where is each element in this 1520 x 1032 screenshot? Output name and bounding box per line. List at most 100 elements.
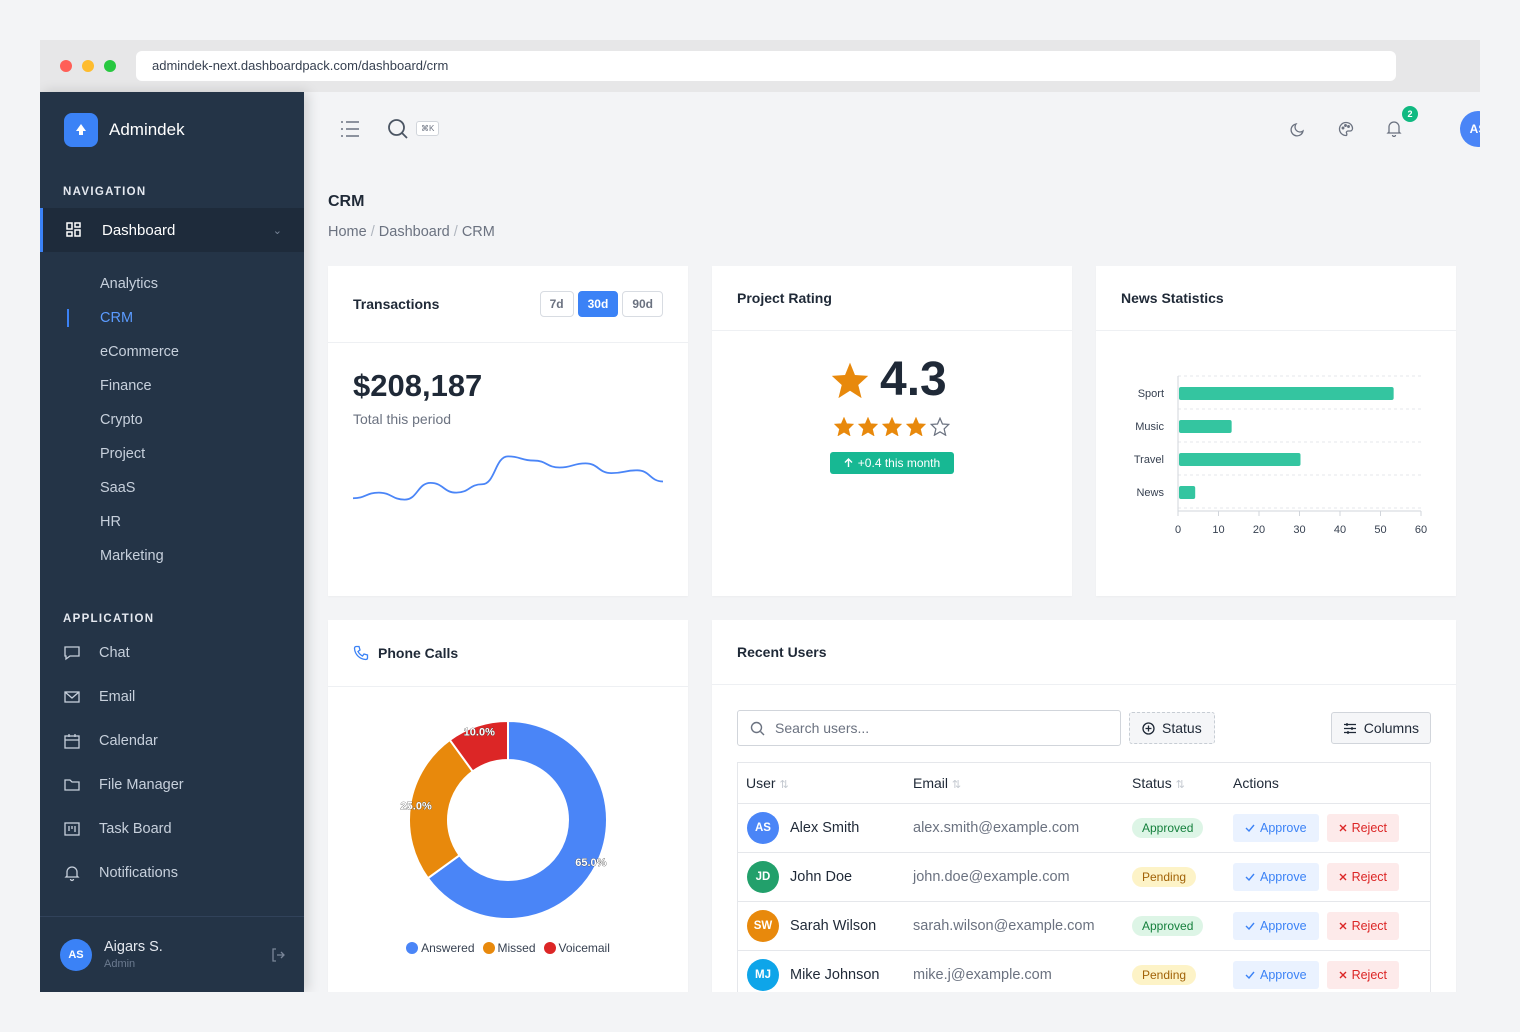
card-title: Transactions xyxy=(353,296,440,312)
status-filter-button[interactable]: Status xyxy=(1129,712,1215,744)
transactions-sparkline xyxy=(353,455,663,501)
slice-label: 25.0% xyxy=(401,800,432,812)
sidebar-subitem-ecommerce[interactable]: eCommerce xyxy=(40,335,304,369)
app-menu: Chat Email Calendar File Manager Task Board N… xyxy=(40,631,304,895)
transactions-amount: $208,187 xyxy=(353,368,483,403)
transactions-caption: Total this period xyxy=(353,411,452,427)
tick-label: 20 xyxy=(1253,524,1265,536)
logout-icon[interactable] xyxy=(270,947,286,968)
sidebar-subitem-crm[interactable]: CRM xyxy=(40,301,304,335)
reject-button[interactable]: Reject xyxy=(1326,912,1399,940)
user-email: mike.j@example.com xyxy=(913,967,1052,983)
breadcrumb-dashboard[interactable]: Dashboard xyxy=(379,224,450,240)
sidebar-item-label: File Manager xyxy=(99,777,184,793)
column-header-email[interactable]: Email ⇅ xyxy=(913,775,961,791)
range-option-7d[interactable]: 7d xyxy=(539,291,574,317)
legend-label: Answered xyxy=(421,941,475,955)
sidebar-item-email[interactable]: Email xyxy=(40,675,304,719)
arrow-up-icon xyxy=(844,458,853,468)
legend-item-missed[interactable]: Missed xyxy=(482,941,536,955)
chat-icon xyxy=(63,644,81,662)
sidebar-item-chat[interactable]: Chat xyxy=(40,631,304,675)
reject-button[interactable]: Reject xyxy=(1326,814,1399,842)
sidebar-item-task-board[interactable]: Task Board xyxy=(40,807,304,851)
breadcrumb-current: CRM xyxy=(461,224,495,240)
user-email: john.doe@example.com xyxy=(913,869,1070,885)
status-badge: Approved xyxy=(1132,916,1204,936)
column-header-user[interactable]: User ⇅ xyxy=(746,775,789,791)
breadcrumb-separator: / xyxy=(453,224,462,240)
reject-button[interactable]: Reject xyxy=(1326,961,1399,989)
approve-button[interactable]: Approve xyxy=(1233,912,1319,940)
approve-button[interactable]: Approve xyxy=(1233,863,1319,891)
sidebar-item-dashboard[interactable]: Dashboard ⌄ xyxy=(40,208,304,252)
address-bar[interactable]: admindek-next.dashboardpack.com/dashboar… xyxy=(136,51,1396,81)
range-option-90d[interactable]: 90d xyxy=(622,291,663,317)
calendar-icon xyxy=(63,732,81,750)
dark-mode-icon[interactable] xyxy=(1290,121,1306,142)
range-option-30d[interactable]: 30d xyxy=(577,291,619,317)
sparkline-series xyxy=(353,455,663,501)
menu-icon[interactable] xyxy=(340,120,360,143)
palette-icon[interactable] xyxy=(1338,121,1354,142)
minimize-window-dot[interactable] xyxy=(82,60,94,72)
columns-button[interactable]: Columns xyxy=(1330,712,1431,744)
maximize-window-dot[interactable] xyxy=(104,60,116,72)
bar-travel xyxy=(1179,453,1301,466)
sidebar-item-file-manager[interactable]: File Manager xyxy=(40,763,304,807)
browser-chrome: admindek-next.dashboardpack.com/dashboar… xyxy=(40,40,1480,92)
sidebar-subitem-crypto[interactable]: Crypto xyxy=(40,403,304,437)
users-table: User ⇅ Email ⇅ Status ⇅ Actions AS Alex S… xyxy=(737,762,1431,992)
avatar: JD xyxy=(747,861,779,893)
star-empty-icon xyxy=(930,417,950,436)
approve-button[interactable]: Approve xyxy=(1233,814,1319,842)
bell-icon[interactable] xyxy=(1386,120,1402,142)
tick-label: 0 xyxy=(1175,524,1181,536)
user-name: Alex Smith xyxy=(790,820,860,836)
sidebar-user[interactable]: AS Aigars S. Admin xyxy=(40,916,304,992)
card-title: News Statistics xyxy=(1121,290,1224,306)
bar-news xyxy=(1179,486,1196,499)
nav-section-title: NAVIGATION xyxy=(63,186,147,198)
breadcrumb: Home / Dashboard / CRM xyxy=(328,224,495,240)
sidebar-subitem-saas[interactable]: SaaS xyxy=(40,471,304,505)
x-icon xyxy=(1339,873,1347,881)
legend-dot xyxy=(482,942,495,954)
legend-item-answered[interactable]: Answered xyxy=(406,941,475,955)
search-users-input[interactable]: Search users... xyxy=(737,710,1121,746)
bar-sport xyxy=(1179,387,1394,400)
bar-music xyxy=(1179,420,1232,433)
sort-icon: ⇅ xyxy=(779,779,789,791)
rating-delta: +0.4 this month xyxy=(857,456,941,470)
breadcrumb-home[interactable]: Home xyxy=(328,224,367,240)
chevron-down-icon: ⌄ xyxy=(272,224,282,237)
sidebar-subitem-analytics[interactable]: Analytics xyxy=(40,267,304,301)
sidebar-item-calendar[interactable]: Calendar xyxy=(40,719,304,763)
reject-button[interactable]: Reject xyxy=(1326,863,1399,891)
brand[interactable]: Admindek xyxy=(40,92,304,168)
column-header-status[interactable]: Status ⇅ xyxy=(1132,775,1185,791)
check-icon xyxy=(1245,824,1255,832)
sidebar-subitem-marketing[interactable]: Marketing xyxy=(40,539,304,573)
row-actions: Approve Reject xyxy=(1233,961,1399,989)
tick-label: 60 xyxy=(1415,524,1427,536)
brand-name: Admindek xyxy=(109,120,185,139)
sidebar-subitem-finance[interactable]: Finance xyxy=(40,369,304,403)
legend-item-voicemail[interactable]: Voicemail xyxy=(543,941,610,955)
sidebar-item-label: Calendar xyxy=(99,733,158,749)
search-icon[interactable] xyxy=(387,118,409,145)
transactions-card: Transactions 7d 30d 90d $208,187 Total thi… xyxy=(328,266,688,596)
notification-count-badge: 2 xyxy=(1402,106,1418,122)
rating-card: Project Rating 4.3 +0.4 this month xyxy=(712,266,1072,596)
app-section-title: APPLICATION xyxy=(63,613,155,625)
category-label: Travel xyxy=(1134,454,1164,466)
tick-label: 10 xyxy=(1212,524,1224,536)
approve-button[interactable]: Approve xyxy=(1233,961,1319,989)
user-avatar[interactable]: AS xyxy=(1460,111,1480,147)
sidebar-item-notifications[interactable]: Notifications xyxy=(40,851,304,895)
sidebar-subitem-project[interactable]: Project xyxy=(40,437,304,471)
dashboard-icon xyxy=(65,221,83,239)
sidebar-subitem-hr[interactable]: HR xyxy=(40,505,304,539)
table-row: JD John Doe john.doe@example.com Pending App… xyxy=(738,852,1430,901)
close-window-dot[interactable] xyxy=(60,60,72,72)
